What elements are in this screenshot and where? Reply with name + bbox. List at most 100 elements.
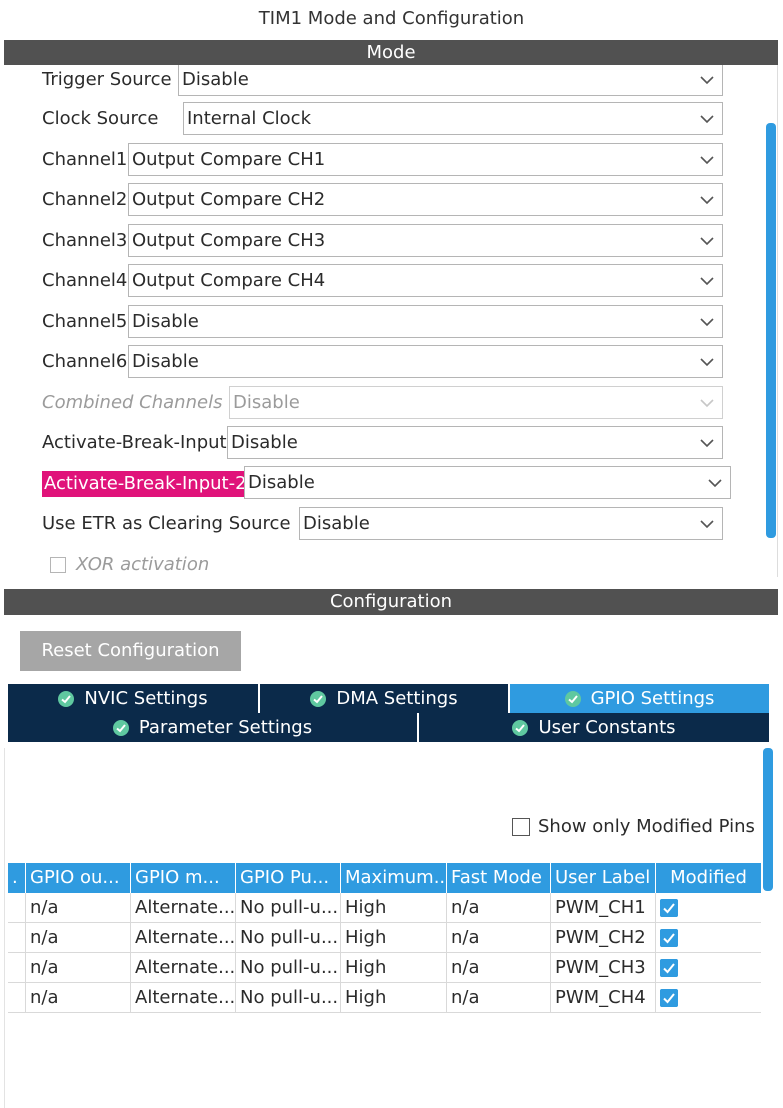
- tab-gpio-settings-label: GPIO Settings: [590, 688, 715, 709]
- channel2-value: Output Compare CH2: [132, 189, 326, 210]
- xor-activation-label: XOR activation: [76, 554, 210, 575]
- column-header[interactable]: User Label: [551, 863, 656, 893]
- column-header[interactable]: GPIO Pu...: [236, 863, 341, 893]
- channel6-select[interactable]: Disable: [128, 345, 723, 378]
- channel5-label: Channel5: [42, 311, 128, 332]
- table-cell: High: [341, 953, 447, 982]
- channel5-select[interactable]: Disable: [128, 305, 723, 338]
- table-cell: No pull-u...: [236, 983, 341, 1012]
- chevron-down-icon: [700, 196, 714, 205]
- check-circle-icon: [512, 719, 529, 736]
- table-cell: [8, 983, 26, 1012]
- table-row[interactable]: n/a Alternate... No pull-u... High n/a P…: [8, 893, 761, 923]
- channel3-select[interactable]: Output Compare CH3: [128, 224, 723, 257]
- table-cell: n/a: [447, 923, 551, 952]
- modified-cell: [656, 923, 761, 952]
- combined-channels-value: Disable: [233, 392, 300, 413]
- channel4-select[interactable]: Output Compare CH4: [128, 264, 723, 297]
- use-etr-label: Use ETR as Clearing Source: [42, 513, 291, 534]
- window-title: TIM1 Mode and Configuration: [258, 8, 525, 29]
- trigger-source-label: Trigger Source: [42, 69, 172, 90]
- activate-break-input-2-value: Disable: [248, 472, 315, 493]
- chevron-down-icon: [700, 399, 714, 408]
- show-modified-label: Show only Modified Pins: [538, 816, 755, 837]
- combined-channels-row: Combined Channels: [42, 386, 226, 419]
- tab-nvic-settings[interactable]: NVIC Settings: [8, 684, 260, 713]
- tab-dma-settings[interactable]: DMA Settings: [260, 684, 510, 713]
- table-row[interactable]: n/a Alternate... No pull-u... High n/a P…: [8, 953, 761, 983]
- column-header[interactable]: Modified: [656, 863, 761, 893]
- table-cell: n/a: [26, 893, 131, 922]
- checkbox-checked-icon[interactable]: [660, 929, 678, 947]
- table-header: . GPIO ou... GPIO m... GPIO Pu... Maximu…: [8, 863, 761, 893]
- column-header[interactable]: GPIO ou...: [26, 863, 131, 893]
- channel3-value: Output Compare CH3: [132, 230, 326, 251]
- trigger-source-row: Trigger Source: [42, 65, 176, 96]
- table-cell: [8, 953, 26, 982]
- activate-break-input-2-label: Activate-Break-Input-2: [42, 470, 249, 497]
- table-cell: Alternate...: [131, 893, 236, 922]
- channel2-row: Channel2: [42, 183, 131, 216]
- checkbox-checked-icon[interactable]: [660, 959, 678, 977]
- channel3-label: Channel3: [42, 230, 128, 251]
- channel4-label: Channel4: [42, 270, 128, 291]
- check-circle-icon: [310, 690, 327, 707]
- table-cell: n/a: [26, 953, 131, 982]
- activate-break-input-value: Disable: [231, 432, 298, 453]
- activate-break-input-row: Activate-Break-Input: [42, 426, 231, 459]
- tabs-row-1: NVIC Settings DMA Settings GPIO Settings: [8, 684, 769, 713]
- column-header[interactable]: Fast Mode: [447, 863, 551, 893]
- chevron-down-icon: [700, 237, 714, 246]
- checkbox-checked-icon[interactable]: [660, 899, 678, 917]
- use-etr-value: Disable: [303, 513, 370, 534]
- channel1-select[interactable]: Output Compare CH1: [128, 143, 723, 176]
- column-header[interactable]: .: [8, 863, 26, 893]
- channel1-value: Output Compare CH1: [132, 149, 326, 170]
- clock-source-select[interactable]: Internal Clock: [183, 102, 723, 135]
- mode-panel: Trigger Source Disable Clock Source Inte…: [4, 65, 778, 577]
- checkbox-checked-icon[interactable]: [660, 989, 678, 1007]
- channel3-row: Channel3: [42, 224, 131, 257]
- column-header[interactable]: GPIO m...: [131, 863, 236, 893]
- combined-channels-label: Combined Channels: [42, 392, 223, 413]
- chevron-down-icon: [700, 76, 714, 85]
- check-circle-icon: [112, 719, 129, 736]
- trigger-source-select[interactable]: Disable: [178, 65, 723, 96]
- gpio-scrollbar[interactable]: [763, 748, 773, 891]
- table-cell: [8, 893, 26, 922]
- activate-break-input-select[interactable]: Disable: [227, 426, 723, 459]
- table-cell: n/a: [447, 983, 551, 1012]
- table-cell: High: [341, 893, 447, 922]
- tab-user-constants[interactable]: User Constants: [419, 713, 769, 742]
- activate-break-input-2-row: Activate-Break-Input-2: [42, 467, 253, 500]
- combined-channels-select: Disable: [229, 386, 723, 419]
- tab-user-constants-label: User Constants: [538, 717, 676, 738]
- check-circle-icon: [58, 690, 75, 707]
- mode-scrollbar[interactable]: [766, 123, 776, 538]
- clock-source-label: Clock Source: [42, 108, 159, 129]
- show-modified-toggle[interactable]: Show only Modified Pins: [512, 816, 755, 837]
- chevron-down-icon: [700, 156, 714, 165]
- tab-parameter-settings[interactable]: Parameter Settings: [8, 713, 419, 742]
- activate-break-input-2-select[interactable]: Disable: [244, 466, 731, 499]
- table-cell: High: [341, 923, 447, 952]
- use-etr-select[interactable]: Disable: [299, 507, 723, 540]
- table-row[interactable]: n/a Alternate... No pull-u... High n/a P…: [8, 983, 761, 1013]
- activate-break-input-label: Activate-Break-Input: [42, 432, 227, 453]
- tab-gpio-settings[interactable]: GPIO Settings: [510, 684, 769, 713]
- channel6-value: Disable: [132, 351, 199, 372]
- modified-cell: [656, 983, 761, 1012]
- channel2-label: Channel2: [42, 189, 128, 210]
- channel2-select[interactable]: Output Compare CH2: [128, 183, 723, 216]
- table-cell: PWM_CH2: [551, 923, 656, 952]
- gpio-table: . GPIO ou... GPIO m... GPIO Pu... Maximu…: [8, 863, 761, 1013]
- reset-configuration-button[interactable]: Reset Configuration: [20, 631, 241, 671]
- show-modified-checkbox[interactable]: [512, 817, 530, 836]
- channel6-row: Channel6: [42, 345, 131, 378]
- tab-dma-settings-label: DMA Settings: [336, 688, 458, 709]
- column-header[interactable]: Maximum...: [341, 863, 447, 893]
- table-cell: [8, 923, 26, 952]
- table-cell: n/a: [26, 923, 131, 952]
- table-row[interactable]: n/a Alternate... No pull-u... High n/a P…: [8, 923, 761, 953]
- xor-activation-checkbox: [50, 556, 66, 573]
